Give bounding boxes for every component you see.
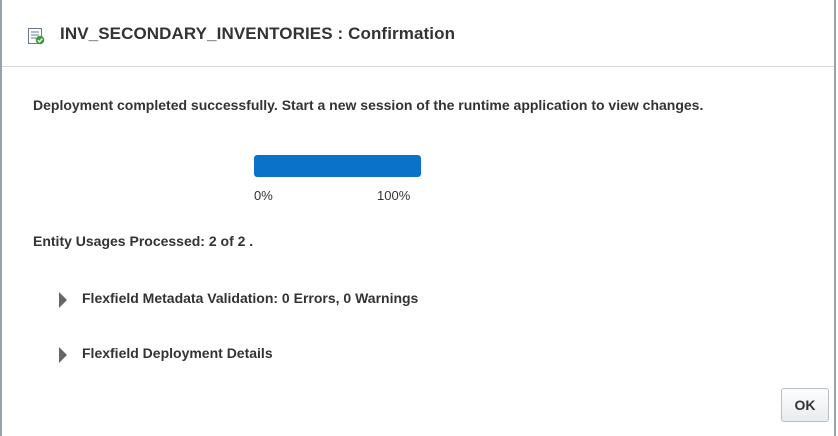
progress-bar: [254, 155, 421, 177]
triangle-right-icon: [59, 347, 67, 363]
details-section-label: Flexfield Deployment Details: [82, 345, 273, 361]
confirmation-dialog: INV_SECONDARY_INVENTORIES : Confirmation…: [0, 0, 836, 436]
details-section-toggle[interactable]: Flexfield Deployment Details: [59, 345, 339, 365]
progress-min-label: 0%: [254, 188, 273, 203]
dialog-header: INV_SECONDARY_INVENTORIES : Confirmation: [2, 0, 834, 67]
validation-section-label: Flexfield Metadata Validation: 0 Errors,…: [82, 290, 419, 306]
dialog-title: INV_SECONDARY_INVENTORIES : Confirmation: [60, 24, 456, 43]
ok-button[interactable]: OK: [781, 388, 829, 422]
status-message: Deployment completed successfully. Start…: [33, 97, 704, 113]
entity-usages-status: Entity Usages Processed: 2 of 2 .: [33, 233, 254, 249]
checklist-icon: [27, 27, 45, 45]
progress-max-label: 100%: [377, 188, 411, 203]
triangle-right-icon: [59, 292, 67, 308]
validation-section-toggle[interactable]: Flexfield Metadata Validation: 0 Errors,…: [59, 290, 519, 310]
progress-fill: [254, 155, 421, 177]
